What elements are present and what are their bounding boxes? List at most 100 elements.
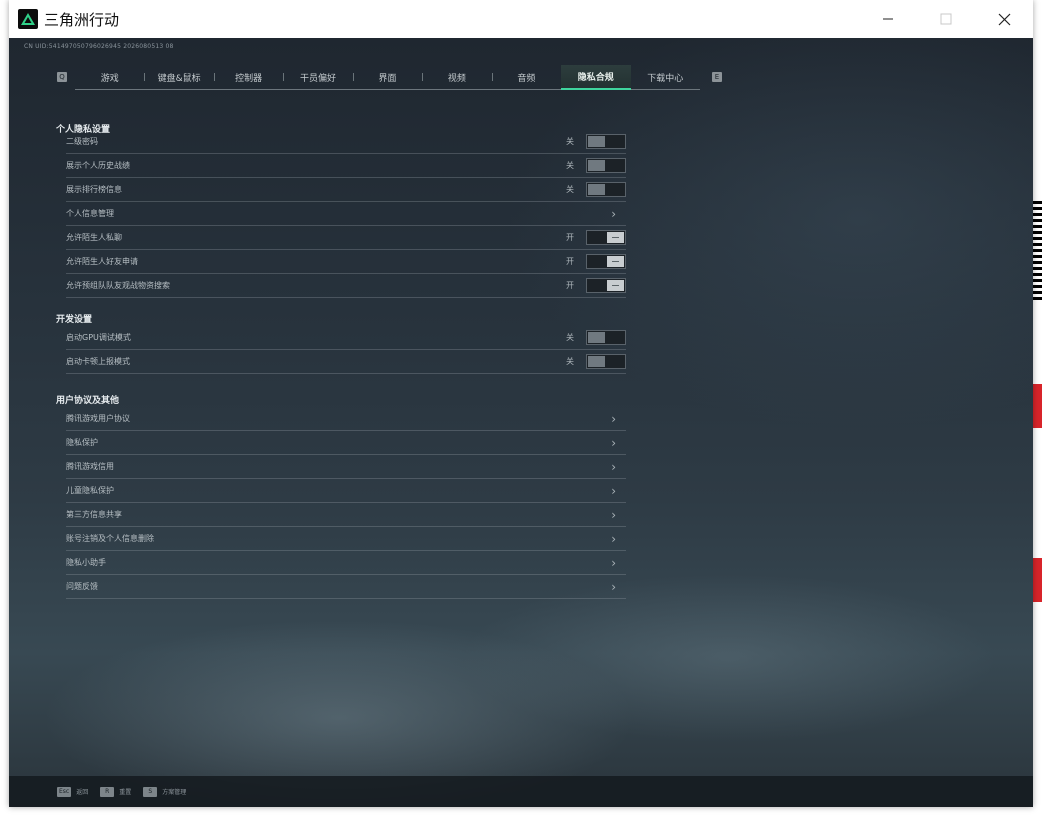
- toggle-state-label: 开: [566, 233, 574, 242]
- toggle-knob: [607, 280, 624, 291]
- settings-row-agreements-4[interactable]: 第三方信息共享 ›: [66, 503, 626, 527]
- bottom-hint-1[interactable]: R 重置: [100, 786, 132, 797]
- tab-1[interactable]: 键盘&鼠标: [144, 65, 213, 89]
- toggle-state-label: 关: [566, 357, 574, 366]
- settings-row-personal_privacy-3[interactable]: 个人信息管理 ›: [66, 202, 626, 226]
- row-label: 问题反馈: [66, 582, 98, 591]
- tab-3[interactable]: 干员偏好: [283, 65, 352, 89]
- app-window: 三角洲行动 CN UID:541497050796026945 20260805…: [9, 0, 1033, 807]
- chevron-right-icon: ›: [611, 435, 616, 450]
- close-icon[interactable]: [975, 0, 1033, 38]
- chevron-right-icon: ›: [611, 507, 616, 522]
- settings-row-agreements-2[interactable]: 腾讯游戏信用 ›: [66, 455, 626, 479]
- toggle-state-label: 关: [566, 137, 574, 146]
- row-label: 腾讯游戏信用: [66, 462, 114, 471]
- toggle-knob: [588, 136, 605, 147]
- row-label: 隐私小助手: [66, 558, 106, 567]
- build-id-text: CN UID:541497050796026945 2026080513 08: [24, 43, 174, 50]
- toggle-switch[interactable]: [586, 278, 626, 293]
- row-label: 允许预组队队友观战物资搜索: [66, 281, 170, 290]
- settings-row-personal_privacy-4[interactable]: 允许陌生人私聊 开: [66, 226, 626, 250]
- minimize-icon[interactable]: [859, 0, 917, 38]
- settings-row-developer-1[interactable]: 启动卡顿上报模式 关: [66, 350, 626, 374]
- bottom-hint-bar: Esc 返回 R 重置 S 方案管理: [9, 776, 1033, 807]
- settings-row-developer-0[interactable]: 启动GPU调试模式 关: [66, 326, 626, 350]
- toggle-state-label: 关: [566, 185, 574, 194]
- tab-8[interactable]: 下载中心: [631, 65, 700, 89]
- title-bar[interactable]: 三角洲行动: [9, 0, 1033, 38]
- toggle-switch[interactable]: [586, 134, 626, 149]
- chevron-right-icon: ›: [611, 531, 616, 546]
- maximize-icon[interactable]: [917, 0, 975, 38]
- desktop-qr-fragment: [1032, 200, 1042, 300]
- toggle-switch[interactable]: [586, 230, 626, 245]
- row-label: 账号注销及个人信息删除: [66, 534, 154, 543]
- settings-row-personal_privacy-2[interactable]: 展示排行榜信息 关: [66, 178, 626, 202]
- settings-row-personal_privacy-6[interactable]: 允许预组队队友观战物资搜索 开: [66, 274, 626, 298]
- toggle-switch[interactable]: [586, 330, 626, 345]
- app-logo-icon: [18, 9, 38, 29]
- settings-row-personal_privacy-0[interactable]: 二级密码 关: [66, 130, 626, 154]
- hint-key: S: [143, 786, 158, 797]
- settings-row-agreements-0[interactable]: 腾讯游戏用户协议 ›: [66, 407, 626, 431]
- settings-tab-bar: Q 游戏 键盘&鼠标 控制器 干员偏好 界面 视频 音频 隐私合规 下载中心 E: [57, 65, 730, 90]
- toggle-switch[interactable]: [586, 182, 626, 197]
- tab-next-key-hint[interactable]: E: [712, 72, 722, 82]
- hint-label: 方案管理: [162, 789, 187, 796]
- toggle-knob: [588, 184, 605, 195]
- tabs-container: 游戏 键盘&鼠标 控制器 干员偏好 界面 视频 音频 隐私合规 下载中心: [75, 65, 700, 90]
- row-label: 第三方信息共享: [66, 510, 122, 519]
- toggle-knob: [588, 356, 605, 367]
- settings-screen: CN UID:541497050796026945 2026080513 08 …: [9, 38, 1033, 807]
- tab-5[interactable]: 视频: [422, 65, 491, 89]
- tab-prev-key-hint[interactable]: Q: [57, 72, 67, 82]
- section-title-agreements: 用户协议及其他: [56, 396, 120, 406]
- settings-row-personal_privacy-1[interactable]: 展示个人历史战绩 关: [66, 154, 626, 178]
- hint-label: 返回: [76, 789, 89, 796]
- chevron-right-icon: ›: [611, 483, 616, 498]
- row-label: 隐私保护: [66, 438, 98, 447]
- settings-row-agreements-1[interactable]: 隐私保护 ›: [66, 431, 626, 455]
- bottom-hint-2[interactable]: S 方案管理: [143, 786, 187, 797]
- toggle-state-label: 关: [566, 333, 574, 342]
- section-title-developer: 开发设置: [56, 315, 93, 325]
- row-label: 展示个人历史战绩: [66, 161, 130, 170]
- settings-row-agreements-3[interactable]: 儿童隐私保护 ›: [66, 479, 626, 503]
- toggle-state-label: 开: [566, 257, 574, 266]
- row-label: 展示排行榜信息: [66, 185, 122, 194]
- toggle-state-label: 开: [566, 281, 574, 290]
- toggle-knob: [607, 232, 624, 243]
- row-label: 启动GPU调试模式: [66, 333, 131, 342]
- chevron-right-icon: ›: [611, 555, 616, 570]
- toggle-switch[interactable]: [586, 158, 626, 173]
- row-label: 二级密码: [66, 137, 98, 146]
- toggle-knob: [588, 332, 605, 343]
- toggle-knob: [588, 160, 605, 171]
- toggle-switch[interactable]: [586, 254, 626, 269]
- settings-row-agreements-7[interactable]: 问题反馈 ›: [66, 575, 626, 599]
- settings-row-personal_privacy-5[interactable]: 允许陌生人好友申请 开: [66, 250, 626, 274]
- settings-row-agreements-6[interactable]: 隐私小助手 ›: [66, 551, 626, 575]
- row-label: 腾讯游戏用户协议: [66, 414, 130, 423]
- row-label: 儿童隐私保护: [66, 486, 114, 495]
- row-label: 启动卡顿上报模式: [66, 357, 130, 366]
- tab-7[interactable]: 隐私合规: [561, 65, 631, 90]
- bottom-hint-0[interactable]: Esc 返回: [57, 786, 89, 797]
- toggle-knob: [607, 256, 624, 267]
- toggle-switch[interactable]: [586, 354, 626, 369]
- chevron-right-icon: ›: [611, 206, 616, 221]
- tab-6[interactable]: 音频: [491, 65, 561, 89]
- row-label: 允许陌生人好友申请: [66, 257, 138, 266]
- chevron-right-icon: ›: [611, 459, 616, 474]
- desktop-red-strip: [1033, 558, 1042, 602]
- toggle-state-label: 关: [566, 161, 574, 170]
- tab-4[interactable]: 界面: [352, 65, 422, 89]
- tab-0[interactable]: 游戏: [75, 65, 144, 89]
- row-label: 个人信息管理: [66, 209, 114, 218]
- settings-row-agreements-5[interactable]: 账号注销及个人信息删除 ›: [66, 527, 626, 551]
- chevron-right-icon: ›: [611, 411, 616, 426]
- chevron-right-icon: ›: [611, 579, 616, 594]
- tab-2[interactable]: 控制器: [213, 65, 283, 89]
- hint-label: 重置: [119, 789, 132, 796]
- row-label: 允许陌生人私聊: [66, 233, 122, 242]
